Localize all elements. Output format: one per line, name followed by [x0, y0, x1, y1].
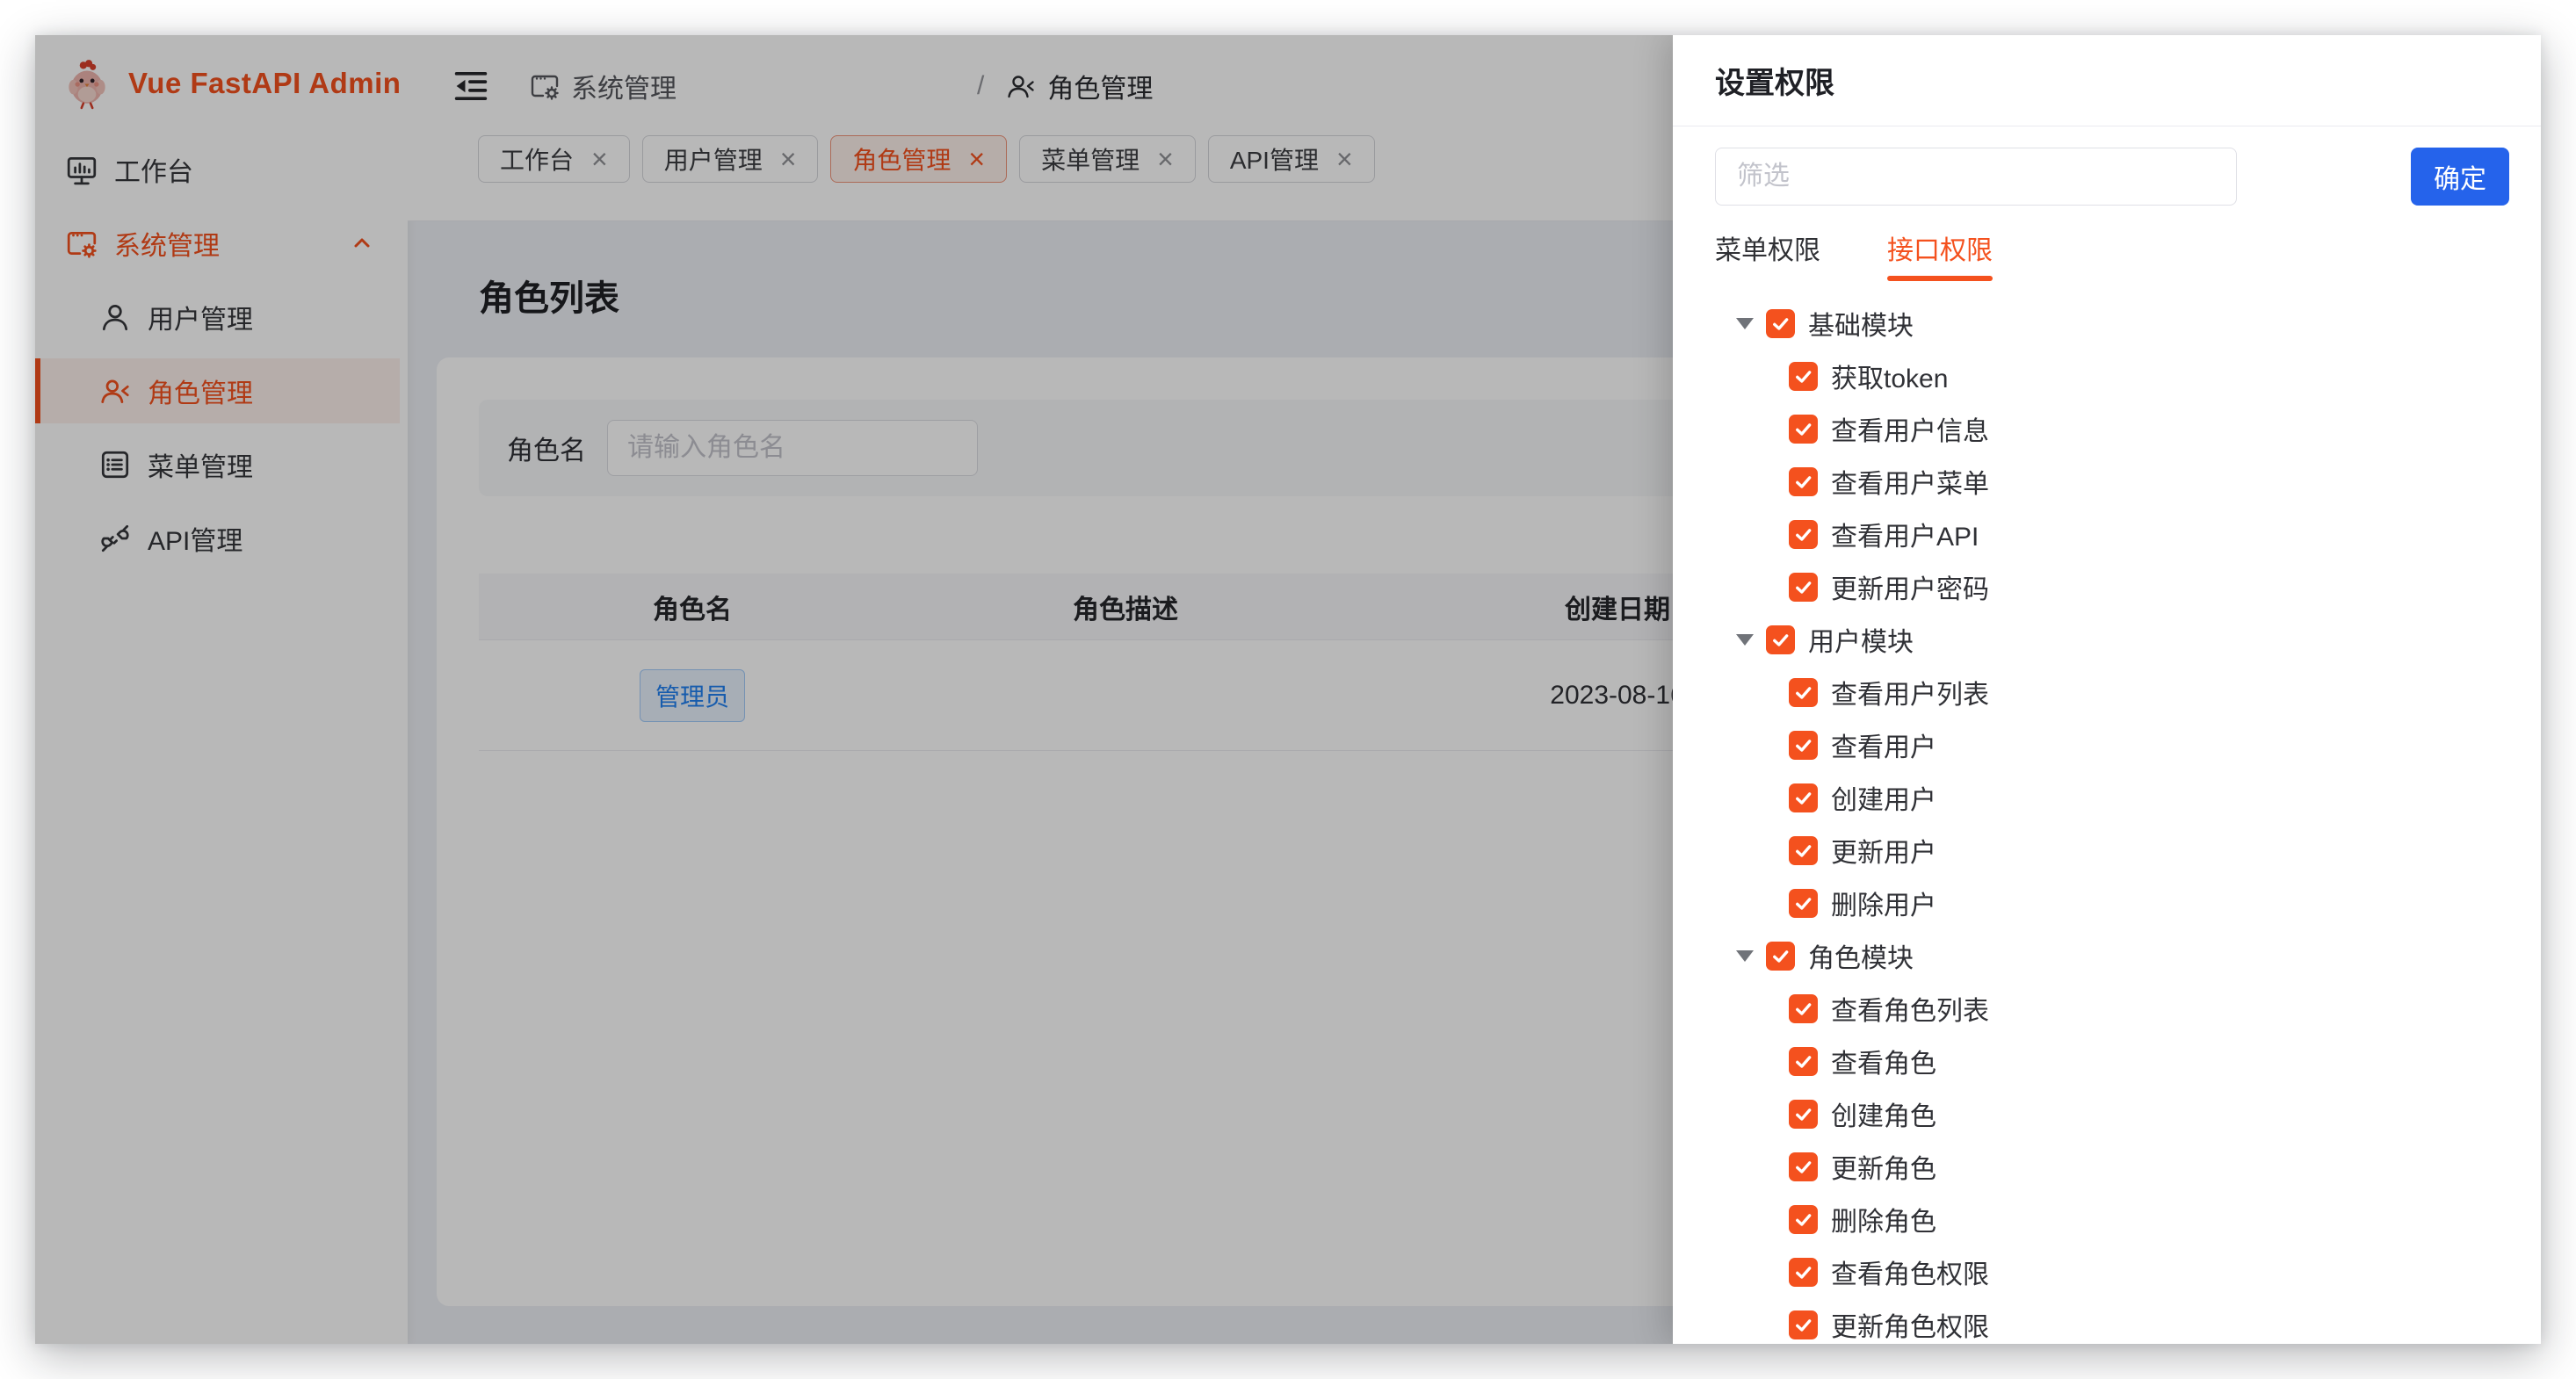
tree-node[interactable]: 角色模块: [1715, 929, 2509, 982]
checkbox-checked-icon[interactable]: [1789, 783, 1818, 812]
tree-node-label: 角色模块: [1808, 936, 1914, 975]
tree-node[interactable]: 更新用户: [1715, 824, 2509, 877]
tab-api-permissions[interactable]: 接口权限: [1887, 228, 1993, 281]
checkbox-checked-icon[interactable]: [1789, 573, 1818, 602]
checkbox-checked-icon[interactable]: [1766, 625, 1795, 654]
tab-menu-permissions[interactable]: 菜单权限: [1715, 228, 1820, 281]
checkbox-checked-icon[interactable]: [1789, 1310, 1818, 1339]
checkbox-checked-icon[interactable]: [1789, 1100, 1818, 1129]
tree-node-label: 用户模块: [1808, 620, 1914, 659]
tree-node[interactable]: 用户模块: [1715, 613, 2509, 666]
tree-node-label: 查看用户列表: [1831, 673, 1989, 711]
checkbox-checked-icon[interactable]: [1789, 415, 1818, 444]
tree-node-label: 基础模块: [1808, 304, 1914, 343]
tree-node-label: 查看角色: [1831, 1042, 1936, 1080]
checkbox-checked-icon[interactable]: [1789, 1152, 1818, 1181]
tree-node[interactable]: 查看用户信息: [1715, 402, 2509, 455]
caret-down-icon[interactable]: [1736, 318, 1754, 329]
tree-node-label: 查看用户: [1831, 726, 1936, 764]
checkbox-checked-icon[interactable]: [1789, 994, 1818, 1023]
tree-node-label: 更新角色权限: [1831, 1305, 1989, 1344]
permission-tree: 基础模块获取token 查看用户信息查看用户菜单查看用户API 更新用户密码用户模块…: [1715, 297, 2509, 1344]
tree-node-label: 创建用户: [1831, 778, 1936, 817]
tree-node-label: 更新角色: [1831, 1147, 1936, 1186]
checkbox-checked-icon[interactable]: [1789, 362, 1818, 391]
tree-node[interactable]: 查看角色: [1715, 1035, 2509, 1087]
tree-node[interactable]: 更新角色: [1715, 1140, 2509, 1193]
tree-node[interactable]: 删除角色: [1715, 1193, 2509, 1245]
tree-node[interactable]: 创建角色: [1715, 1087, 2509, 1140]
tree-node-label: 更新用户: [1831, 831, 1936, 870]
checkbox-checked-icon[interactable]: [1766, 942, 1795, 971]
checkbox-checked-icon[interactable]: [1789, 1205, 1818, 1234]
tree-node[interactable]: 查看用户列表: [1715, 666, 2509, 718]
tree-node[interactable]: 更新用户密码: [1715, 560, 2509, 613]
checkbox-checked-icon[interactable]: [1789, 1258, 1818, 1287]
app-window: Vue FastAPI Admin 工作台: [35, 35, 2541, 1344]
checkbox-checked-icon[interactable]: [1789, 731, 1818, 760]
tree-node[interactable]: 基础模块: [1715, 297, 2509, 350]
permission-tabs: 菜单权限 接口权限: [1715, 228, 2509, 281]
checkbox-checked-icon[interactable]: [1789, 467, 1818, 496]
tree-node[interactable]: 创建用户: [1715, 771, 2509, 824]
tree-node[interactable]: 更新角色权限: [1715, 1298, 2509, 1344]
tree-node-label: 创建角色: [1831, 1094, 1936, 1133]
filter-input[interactable]: [1715, 148, 2237, 206]
checkbox-checked-icon[interactable]: [1766, 309, 1795, 338]
tree-node-label: 更新用户密码: [1831, 567, 1989, 606]
tree-node-label: 查看用户API: [1831, 515, 1979, 553]
tree-node[interactable]: 查看用户菜单: [1715, 455, 2509, 508]
tree-node[interactable]: 获取token: [1715, 350, 2509, 402]
checkbox-checked-icon[interactable]: [1789, 889, 1818, 918]
checkbox-checked-icon[interactable]: [1789, 678, 1818, 707]
tree-node-label: 删除角色: [1831, 1200, 1936, 1238]
tree-node-label: 查看用户菜单: [1831, 462, 1989, 501]
tree-node[interactable]: 删除用户: [1715, 877, 2509, 929]
caret-down-icon[interactable]: [1736, 950, 1754, 962]
confirm-button[interactable]: 确定: [2411, 148, 2509, 206]
checkbox-checked-icon[interactable]: [1789, 1047, 1818, 1076]
tree-node[interactable]: 查看角色权限: [1715, 1245, 2509, 1298]
tree-node-label: 删除用户: [1831, 884, 1936, 922]
tree-node-label: 查看用户信息: [1831, 409, 1989, 448]
checkbox-checked-icon[interactable]: [1789, 836, 1818, 865]
drawer-title: 设置权限: [1673, 35, 2541, 126]
drawer-body: 确定 菜单权限 接口权限 基础模块获取token 查看用户信息查看用户菜单查看用户…: [1673, 126, 2541, 1344]
tree-node-label: 查看角色权限: [1831, 1253, 1989, 1291]
permissions-drawer: 设置权限 确定 菜单权限 接口权限 基础模块获取token查看用户信息查看用户菜…: [1673, 35, 2541, 1344]
tree-node-label: 获取token: [1831, 357, 1948, 395]
tree-node[interactable]: 查看用户: [1715, 718, 2509, 771]
tree-node[interactable]: 查看角色列表: [1715, 982, 2509, 1035]
caret-down-icon[interactable]: [1736, 634, 1754, 646]
tree-node[interactable]: 查看用户API: [1715, 508, 2509, 560]
checkbox-checked-icon[interactable]: [1789, 520, 1818, 549]
tree-node-label: 查看角色列表: [1831, 989, 1989, 1028]
